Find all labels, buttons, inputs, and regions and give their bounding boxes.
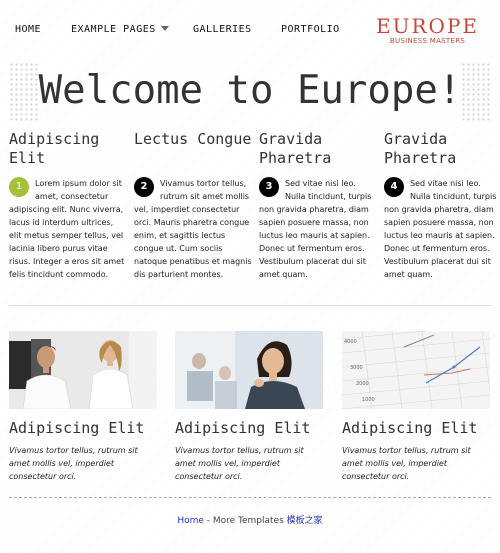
nav-item-example-pages-label: EXAMPLE PAGES (71, 24, 156, 35)
card-description: Vivamus tortor tellus, rutrum sit amet m… (9, 446, 138, 481)
feature-column-1: Adipiscing Elit 1 Lorem ipsum dolor sit … (9, 130, 127, 281)
footer: Home - More Templates 模板之家 (0, 513, 500, 526)
card-2: Adipiscing Elit Vivamus tortor tellus, r… (175, 331, 323, 483)
feature-body: 1 Lorem ipsum dolor sit amet, consectetu… (9, 177, 127, 281)
number-badge: 3 (259, 177, 279, 197)
feature-body: 4 Sed vitae nisi leo. Nulla tincidunt, t… (384, 177, 500, 281)
card-1: Adipiscing Elit Vivamus tortor tellus, r… (9, 331, 157, 483)
nav-item-home[interactable]: HOME (15, 24, 41, 35)
footer-templates-link[interactable]: 模板之家 (287, 516, 323, 526)
chart-tick-label: 2000 (356, 381, 369, 387)
chart-tick-label: 4000 (344, 339, 357, 345)
image-cards: Adipiscing Elit Vivamus tortor tellus, r… (0, 331, 500, 481)
footer-divider (9, 497, 491, 498)
chart-photo-illustration: 4000 3000 2000 1000 (342, 331, 490, 409)
card-image-meeting[interactable] (175, 331, 323, 409)
chart-tick-label: 3000 (350, 365, 363, 371)
card-3: 4000 3000 2000 1000 Adipiscing Elit Viva… (342, 331, 490, 483)
top-navigation: HOME EXAMPLE PAGES GALLERIES PORTFOLIO E… (0, 0, 500, 52)
feature-title: Lectus Congue (134, 130, 252, 148)
nav-item-example-pages[interactable]: EXAMPLE PAGES (71, 24, 169, 35)
chevron-down-icon (160, 26, 169, 31)
feature-column-2: Lectus Congue 2 Vivamus tortor tellus, r… (134, 130, 252, 281)
feature-title: Gravida Pharetra (384, 130, 457, 167)
feature-title: Adipiscing Elit (9, 130, 100, 167)
card-title: Adipiscing Elit (9, 419, 145, 437)
feature-text: Lorem ipsum dolor sit amet, consectetur … (9, 179, 125, 279)
feature-title: Gravida Pharetra (259, 130, 332, 167)
number-badge: 4 (384, 177, 404, 197)
footer-home-link[interactable]: Home (177, 516, 204, 526)
footer-separator-text: - More Templates (203, 516, 287, 526)
number-badge: 2 (134, 177, 154, 197)
card-image-team[interactable] (9, 331, 157, 409)
site-logo[interactable]: EUROPE BUSINESS MASTERS (376, 16, 479, 45)
feature-body: 3 Sed vitae nisi leo. Nulla tincidunt, t… (259, 177, 377, 281)
team-photo-illustration (9, 331, 157, 409)
logo-title: EUROPE (376, 14, 479, 38)
feature-column-3: Gravida Pharetra 3 Sed vitae nisi leo. N… (259, 130, 377, 281)
feature-columns: Adipiscing Elit 1 Lorem ipsum dolor sit … (0, 130, 500, 290)
nav-item-portfolio[interactable]: PORTFOLIO (281, 24, 340, 35)
logo-subtitle: BUSINESS MASTERS (389, 37, 466, 45)
card-description: Vivamus tortor tellus, rutrum sit amet m… (342, 446, 471, 481)
card-title: Adipiscing Elit (175, 419, 311, 437)
feature-body: 2 Vivamus tortor tellus, rutrum sit amet… (134, 177, 252, 281)
card-image-chart[interactable]: 4000 3000 2000 1000 (342, 331, 490, 409)
chart-tick-label: 1000 (362, 397, 375, 403)
feature-column-4: Gravida Pharetra 4 Sed vitae nisi leo. N… (384, 130, 500, 281)
number-badge: 1 (9, 177, 29, 197)
nav-item-galleries[interactable]: GALLERIES (193, 24, 252, 35)
meeting-photo-illustration (175, 331, 323, 409)
feature-text: Vivamus tortor tellus, rutrum sit amet m… (134, 179, 252, 279)
card-title: Adipiscing Elit (342, 419, 478, 437)
card-description: Vivamus tortor tellus, rutrum sit amet m… (175, 446, 304, 481)
page-title: Welcome to Europe! (38, 68, 462, 113)
hero-banner: Welcome to Europe! (0, 58, 500, 130)
section-divider (9, 305, 491, 306)
